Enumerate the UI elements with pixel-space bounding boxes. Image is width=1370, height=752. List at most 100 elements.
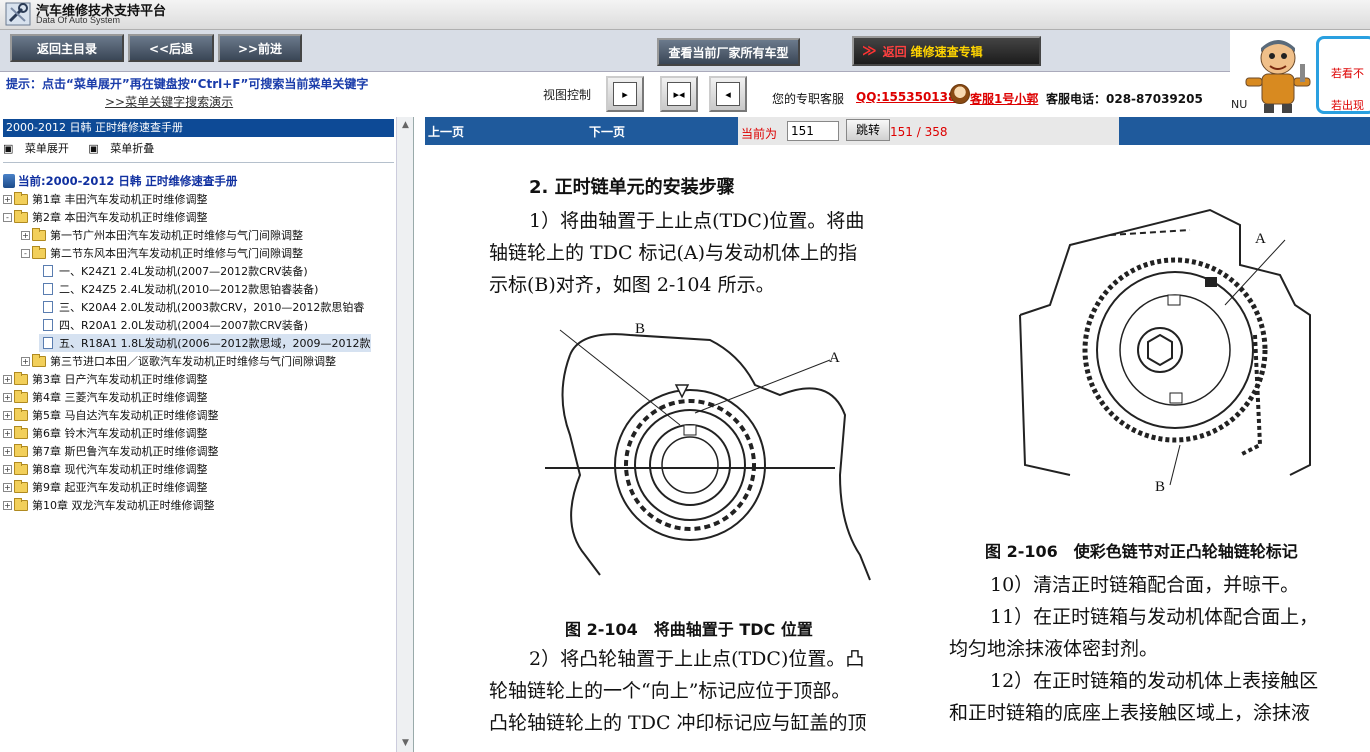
view-split-button[interactable]: ▸◂: [660, 76, 698, 112]
view-expand-right-button[interactable]: ▸: [606, 76, 644, 112]
scroll-down-icon[interactable]: ▼: [399, 737, 412, 750]
expand-toggle-icon[interactable]: +: [3, 482, 12, 492]
menu-expand-label: 菜单展开: [24, 142, 69, 155]
tree-item-label: 二、K24Z5 2.4L发动机(2010—2012款思铂睿装备): [59, 283, 319, 296]
back-button[interactable]: <<后退: [128, 34, 214, 62]
tree-folder-item[interactable]: + 第8章 现代汽车发动机正时维修调整: [3, 460, 208, 478]
expand-toggle-icon[interactable]: +: [3, 410, 12, 420]
arrow-right-icon: ▸: [613, 82, 637, 106]
tree-folder-item[interactable]: + 第10章 双龙汽车发动机正时维修调整: [3, 496, 215, 514]
tree-item-label: 第6章 铃木汽车发动机正时维修调整: [32, 427, 208, 440]
tree-item-label: 第10章 双龙汽车发动机正时维修调整: [32, 499, 215, 512]
menu-collapse-label: 菜单折叠: [110, 142, 155, 155]
folder-icon: [14, 371, 28, 385]
page-jump-control: 当前为 跳转 151 / 358: [738, 117, 1119, 145]
support-agent-link[interactable]: 客服1号小郭: [970, 90, 1038, 107]
view-expand-left-button[interactable]: ◂: [709, 76, 747, 112]
expand-toggle-icon[interactable]: +: [3, 446, 12, 456]
expand-toggle-icon[interactable]: +: [3, 392, 12, 402]
promo-line-2: 若出现: [1331, 99, 1364, 112]
title-bar: 汽车维修技术支持平台 Data Of Auto System: [0, 0, 1370, 30]
tree-folder-item[interactable]: + 第6章 铃木汽车发动机正时维修调整: [3, 424, 208, 442]
step11-line1: 11）在正时链箱与发动机体配合面上，: [990, 606, 1319, 628]
page-number-input[interactable]: [787, 121, 839, 141]
collapse-toggle-icon[interactable]: -: [3, 212, 12, 222]
tree-item-label: 一、K24Z1 2.4L发动机(2007—2012款CRV装备): [59, 265, 308, 278]
tree-doc-item[interactable]: 三、K20A4 2.0L发动机(2003款CRV，2010—2012款思铂睿: [39, 298, 364, 316]
tree-item-label: 第4章 三菱汽车发动机正时维修调整: [32, 391, 208, 404]
jump-button[interactable]: 跳转: [846, 119, 890, 141]
tree-item-label: 第7章 斯巴鲁汽车发动机正时维修调整: [32, 445, 219, 458]
return-quick-manual-button[interactable]: ≫ 返回 维修速查专辑: [852, 36, 1041, 66]
tree-root[interactable]: 当前:2000-2012 日韩 正时维修速查手册: [3, 172, 237, 190]
menu-collapse-control[interactable]: ▣ 菜单折叠: [88, 142, 162, 155]
sidebar-title: 2000-2012 日韩 正时维修速查手册: [3, 119, 394, 137]
prev-page-link[interactable]: 上一页: [428, 123, 464, 140]
folder-icon: [14, 497, 28, 511]
expand-toggle-icon[interactable]: +: [3, 500, 12, 510]
folder-icon: [14, 209, 28, 223]
figure-106-caption: 图 2-106 使彩色链节对正凸轮轴链轮标记: [985, 542, 1298, 561]
scroll-up-icon[interactable]: ▲: [399, 119, 412, 132]
tree-item-label: 第三节进口本田／讴歌汽车发动机正时维修与气门间隙调整: [50, 355, 336, 368]
promo-box[interactable]: 若看不 若出现: [1316, 36, 1370, 114]
figure-104-label-a: A: [829, 350, 840, 366]
document-icon: [43, 319, 53, 331]
splitter[interactable]: [414, 117, 425, 752]
tree-folder-item[interactable]: + 第三节进口本田／讴歌汽车发动机正时维修与气门间隙调整: [21, 352, 336, 370]
promo-line-1: 若看不: [1331, 67, 1364, 80]
collapse-box-icon: ▣: [88, 142, 103, 155]
tree-folder-item[interactable]: + 第3章 日产汽车发动机正时维修调整: [3, 370, 208, 388]
tree-folder-item[interactable]: + 第1章 丰田汽车发动机正时维修调整: [3, 190, 208, 208]
sidebar: 2000-2012 日韩 正时维修速查手册 ▣ 菜单展开 ▣ 菜单折叠 当前:2…: [0, 117, 414, 752]
tree-folder-item[interactable]: - 第二节东风本田汽车发动机正时维修与气门间隙调整: [21, 244, 303, 262]
manual-book-icon: [3, 174, 15, 188]
view-all-models-button[interactable]: 查看当前厂家所有车型: [657, 38, 800, 66]
document-page: 2. 正时链单元的安装步骤 1）将曲轴置于上止点(TDC)位置。将曲 轴链轮上的…: [425, 145, 1370, 752]
step12-line2: 和正时链箱的底座上表接触区域上，涂抹液: [949, 702, 1311, 724]
collapse-toggle-icon[interactable]: -: [21, 248, 30, 258]
expand-toggle-icon[interactable]: +: [21, 356, 30, 366]
tree-doc-item[interactable]: 一、K24Z1 2.4L发动机(2007—2012款CRV装备): [39, 262, 308, 280]
tree-folder-item[interactable]: + 第4章 三菱汽车发动机正时维修调整: [3, 388, 208, 406]
document-icon: [43, 301, 53, 313]
document-icon: [43, 337, 53, 349]
folder-icon: [14, 443, 28, 457]
tree-folder-item[interactable]: + 第一节广州本田汽车发动机正时维修与气门间隙调整: [21, 226, 303, 244]
expand-toggle-icon[interactable]: +: [3, 428, 12, 438]
figure-104-label-b: B: [635, 321, 646, 337]
expand-toggle-icon[interactable]: +: [3, 194, 12, 204]
forward-button[interactable]: >>前进: [218, 34, 302, 62]
search-demo-link[interactable]: >>菜单关键字搜索演示: [105, 93, 233, 110]
tree-item-label: 第1章 丰田汽车发动机正时维修调整: [32, 193, 208, 206]
tree-folder-item[interactable]: + 第7章 斯巴鲁汽车发动机正时维修调整: [3, 442, 219, 460]
split-arrows-icon: ▸◂: [667, 82, 691, 106]
menu-expand-control[interactable]: ▣ 菜单展开: [3, 142, 77, 155]
support-qq-link[interactable]: QQ:1553501388: [856, 90, 965, 104]
step2-line2: 轮轴链轮上的一个“向上”标记应位于顶部。: [489, 680, 851, 702]
step10-line: 10）清洁正时链箱配合面，并晾干。: [990, 574, 1300, 596]
tree-doc-item[interactable]: 五、R18A1 1.8L发动机(2006—2012款思域，2009—2012款: [39, 334, 371, 352]
tree-folder-item[interactable]: + 第9章 起亚汽车发动机正时维修调整: [3, 478, 208, 496]
document-icon: [43, 265, 53, 277]
home-button[interactable]: 返回主目录: [10, 34, 124, 62]
tree-folder-item[interactable]: - 第2章 本田汽车发动机正时维修调整: [3, 208, 208, 226]
figure-2-106-timing-chain-diagram: [1019, 208, 1311, 486]
folder-icon: [14, 389, 28, 403]
support-avatar-icon[interactable]: [950, 84, 970, 104]
sidebar-scrollbar[interactable]: ▲ ▼: [396, 117, 413, 752]
tree-doc-item[interactable]: 四、R20A1 2.0L发动机(2004—2007款CRV装备): [39, 316, 308, 334]
return-label: 返回: [882, 44, 907, 59]
expand-toggle-icon[interactable]: +: [21, 230, 30, 240]
tree-folder-item[interactable]: + 第5章 马自达汽车发动机正时维修调整: [3, 406, 219, 424]
toolbar: 返回主目录 <<后退 >>前进 查看当前厂家所有车型 ≫ 返回 维修速查专辑: [0, 30, 1230, 72]
folder-icon: [32, 245, 46, 259]
next-page-link[interactable]: 下一页: [589, 123, 625, 140]
tree-root-label: 当前:2000-2012 日韩 正时维修速查手册: [18, 174, 238, 188]
expand-toggle-icon[interactable]: +: [3, 464, 12, 474]
expand-toggle-icon[interactable]: +: [3, 374, 12, 384]
tree-doc-item[interactable]: 二、K24Z5 2.4L发动机(2010—2012款思铂睿装备): [39, 280, 318, 298]
search-hint-text: 提示：点击“菜单展开”再在键盘按“Ctrl+F”可搜索当前菜单关键字: [6, 77, 369, 91]
page-count: 151 / 358: [890, 125, 948, 139]
mechanic-mascot-icon: [1245, 40, 1311, 113]
